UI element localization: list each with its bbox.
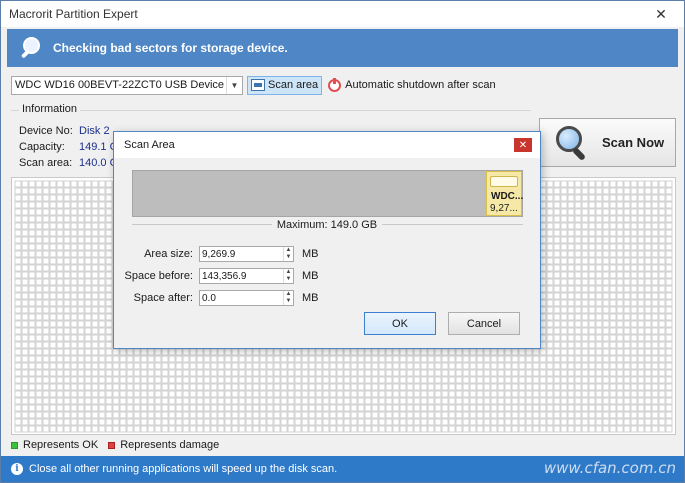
header-banner: Checking bad sectors for storage device. [7,29,678,67]
space-after-row: Space after: 0.0 ▲ ▼ MB [114,290,319,306]
scan-area-icon [251,79,265,91]
ok-swatch-icon [11,441,18,449]
app-window: Macrorit Partition Expert ✕ Checking bad… [0,0,685,483]
cancel-button[interactable]: Cancel [448,312,520,335]
disk-area-track: WDC... 9,27... [132,170,523,217]
ok-label: OK [392,317,408,330]
capacity-label: Capacity: [19,141,65,153]
map-legend: Represents OK Represents damage [11,439,219,451]
magnifier-icon [550,124,588,162]
title-bar: Macrorit Partition Expert ✕ [1,1,684,27]
area-size-unit: MB [302,248,319,260]
device-no-value: Disk 2 [79,125,110,137]
dialog-title-bar: Scan Area [114,132,540,158]
scan-now-label: Scan Now [602,135,665,150]
space-after-stepper[interactable]: ▲ ▼ [283,291,293,305]
scan-area-label: Scan area [268,79,319,91]
scan-now-button[interactable]: Scan Now [539,118,676,167]
auto-shutdown-toggle[interactable]: Automatic shutdown after scan [328,77,496,92]
area-size-row: Area size: 9,269.9 ▲ ▼ MB [114,246,319,262]
space-before-input[interactable]: 143,356.9 ▲ ▼ [199,268,294,284]
device-no-row: Device No: Disk 2 [19,125,110,137]
area-size-value: 9,269.9 [202,248,236,260]
space-before-row: Space before: 143,356.9 ▲ ▼ MB [114,268,319,284]
info-icon: i [11,463,23,475]
space-before-stepper[interactable]: ▲ ▼ [283,269,293,283]
device-no-label: Device No: [19,125,73,137]
segment-size: 9,27... [490,203,518,214]
selected-area-handle[interactable]: WDC... 9,27... [486,171,524,216]
information-legend: Information [19,103,81,115]
scan-area-row: Scan area: 140.0 G [19,157,118,169]
dialog-close-button[interactable]: ✕ [514,138,532,152]
space-after-unit: MB [302,292,319,304]
status-text: Close all other running applications wil… [29,463,338,475]
scan-area-button[interactable]: Scan area [247,75,323,95]
window-title: Macrorit Partition Expert [9,7,138,21]
banner-text: Checking bad sectors for storage device. [53,41,288,55]
window-close-button[interactable]: ✕ [638,1,684,27]
segment-name: WDC... [491,191,524,202]
space-before-value: 143,356.9 [202,270,247,282]
area-size-label: Area size: [144,248,193,260]
space-after-label: Space after: [133,292,193,304]
space-after-value: 0.0 [202,292,216,304]
dialog-title: Scan Area [124,139,175,151]
chevron-down-icon[interactable]: ▼ [226,76,242,94]
legend-ok-label: Represents OK [23,439,99,451]
maximum-label: Maximum: 149.0 GB [271,219,383,231]
legend-damage-label: Represents damage [120,439,220,451]
scan-area-dialog: Scan Area ✕ WDC... 9,27... Maximum: 149.… [113,131,541,349]
damage-swatch-icon [108,441,116,449]
area-size-stepper[interactable]: ▲ ▼ [283,247,293,261]
scan-area-info-label: Scan area: [19,157,73,169]
space-before-label: Space before: [124,270,194,282]
maximum-label-row: Maximum: 149.0 GB [114,219,540,231]
toolbar: WDC WD16 00BEVT-22ZCT0 USB Device (149.1… [11,75,571,95]
magnifier-icon [19,35,45,61]
space-after-input[interactable]: 0.0 ▲ ▼ [199,290,294,306]
area-size-input[interactable]: 9,269.9 ▲ ▼ [199,246,294,262]
device-select-value: WDC WD16 00BEVT-22ZCT0 USB Device (149.1 [15,79,227,91]
auto-shutdown-label: Automatic shutdown after scan [345,79,496,91]
resize-knob[interactable] [490,176,518,187]
watermark: www.cfan.com.cn [543,459,676,477]
status-bar: i Close all other running applications w… [1,456,684,482]
power-icon [328,77,342,92]
device-select[interactable]: WDC WD16 00BEVT-22ZCT0 USB Device (149.1… [11,75,243,95]
space-before-unit: MB [302,270,319,282]
cancel-label: Cancel [466,317,502,330]
capacity-row: Capacity: 149.1 G [19,141,118,153]
ok-button[interactable]: OK [364,312,436,335]
